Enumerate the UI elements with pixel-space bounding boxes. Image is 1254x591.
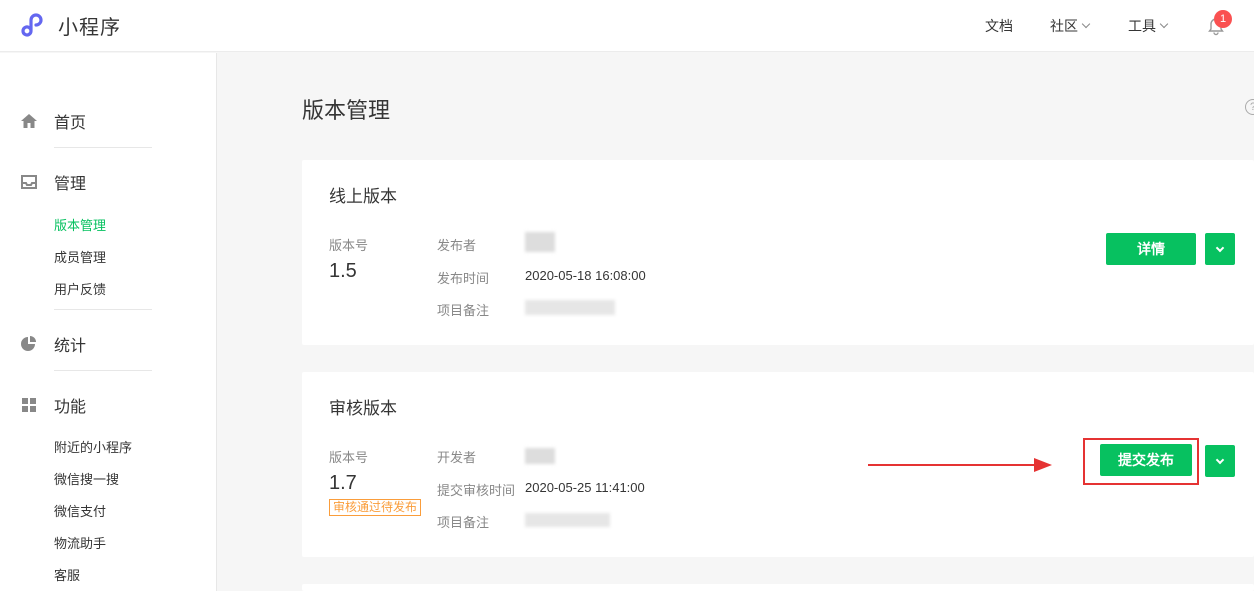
version-number: 1.7 [329, 472, 357, 494]
sidebar-group-home[interactable]: 首页 [20, 109, 86, 133]
chevron-down-icon [1215, 243, 1225, 252]
sidebar-group-manage[interactable]: 管理 [20, 170, 86, 194]
sidebar-item-member-management[interactable]: 成员管理 [54, 247, 106, 266]
developer-label: 开发者 [437, 450, 477, 465]
sidebar-group-stats[interactable]: 统计 [20, 332, 86, 356]
page-title: 版本管理 [302, 98, 391, 123]
pie-chart-icon [21, 336, 36, 351]
annotation-arrow-icon [868, 458, 1052, 472]
publish-time-label: 发布时间 [437, 271, 490, 286]
notification-badge: 1 [1214, 10, 1232, 28]
publisher-label: 发布者 [437, 238, 477, 253]
sidebar-group-home-label: 首页 [54, 115, 87, 132]
sidebar-divider [54, 309, 152, 310]
nav-community-label: 社区 [1050, 18, 1078, 34]
inbox-icon [21, 175, 37, 189]
sidebar-item-nearby[interactable]: 附近的小程序 [54, 437, 132, 456]
project-note-redacted [525, 300, 615, 315]
help-icon[interactable]: ? [1245, 99, 1254, 115]
card-title: 审核版本 [329, 399, 397, 418]
top-bar: 小程序 文档 社区 工具 1 [0, 0, 1254, 52]
publisher-avatar-redacted [525, 232, 555, 252]
annotation-highlight-box [1083, 438, 1199, 485]
details-button[interactable]: 详情 [1106, 233, 1196, 265]
miniprogram-logo-icon [21, 13, 43, 37]
project-note-redacted [525, 513, 610, 527]
sidebar-item-logistics[interactable]: 物流助手 [54, 533, 106, 552]
chevron-down-icon [1215, 455, 1225, 464]
sidebar-divider [54, 147, 152, 148]
status-badge: 审核通过待发布 [329, 499, 422, 516]
sidebar-group-features[interactable]: 功能 [20, 393, 86, 417]
publish-time-value: 2020-05-18 16:08:00 [525, 268, 646, 283]
sidebar-item-user-feedback[interactable]: 用户反馈 [54, 279, 106, 298]
sidebar-item-customer-service[interactable]: 客服 [54, 565, 80, 584]
sidebar-group-manage-label: 管理 [54, 176, 87, 193]
sidebar-item-version-management[interactable]: 版本管理 [54, 215, 106, 234]
nav-docs[interactable]: 文档 [985, 0, 1013, 52]
submit-time-label: 提交审核时间 [437, 483, 516, 498]
nav-tools[interactable]: 工具 [1128, 0, 1169, 52]
nav-tools-label: 工具 [1128, 18, 1156, 34]
project-note-label: 项目备注 [437, 303, 490, 318]
home-icon [21, 114, 37, 128]
version-label: 版本号 [329, 238, 369, 253]
logo[interactable]: 小程序 [20, 10, 121, 40]
grid-icon [22, 398, 36, 412]
next-card [302, 584, 1254, 591]
nav-community[interactable]: 社区 [1050, 0, 1091, 52]
sidebar-group-features-label: 功能 [54, 399, 87, 416]
sidebar-divider [54, 370, 152, 371]
online-more-dropdown[interactable] [1205, 233, 1235, 265]
sidebar-group-stats-label: 统计 [54, 338, 87, 355]
nav-docs-label: 文档 [985, 18, 1013, 34]
review-more-dropdown[interactable] [1205, 445, 1235, 477]
online-version-card: 线上版本 版本号 1.5 发布者 发布时间 2020-05-18 16:08:0… [302, 160, 1254, 345]
version-label: 版本号 [329, 450, 369, 465]
chevron-down-icon [1081, 19, 1091, 29]
project-note-label: 项目备注 [437, 515, 490, 530]
sidebar [0, 53, 217, 591]
version-number: 1.5 [329, 260, 357, 282]
chevron-down-icon [1159, 19, 1169, 29]
sidebar-item-pay[interactable]: 微信支付 [54, 501, 106, 520]
developer-avatar-redacted [525, 448, 555, 464]
card-title: 线上版本 [329, 187, 397, 206]
submit-time-value: 2020-05-25 11:41:00 [525, 480, 645, 495]
app-name: 小程序 [58, 16, 121, 39]
sidebar-item-search[interactable]: 微信搜一搜 [54, 469, 119, 488]
